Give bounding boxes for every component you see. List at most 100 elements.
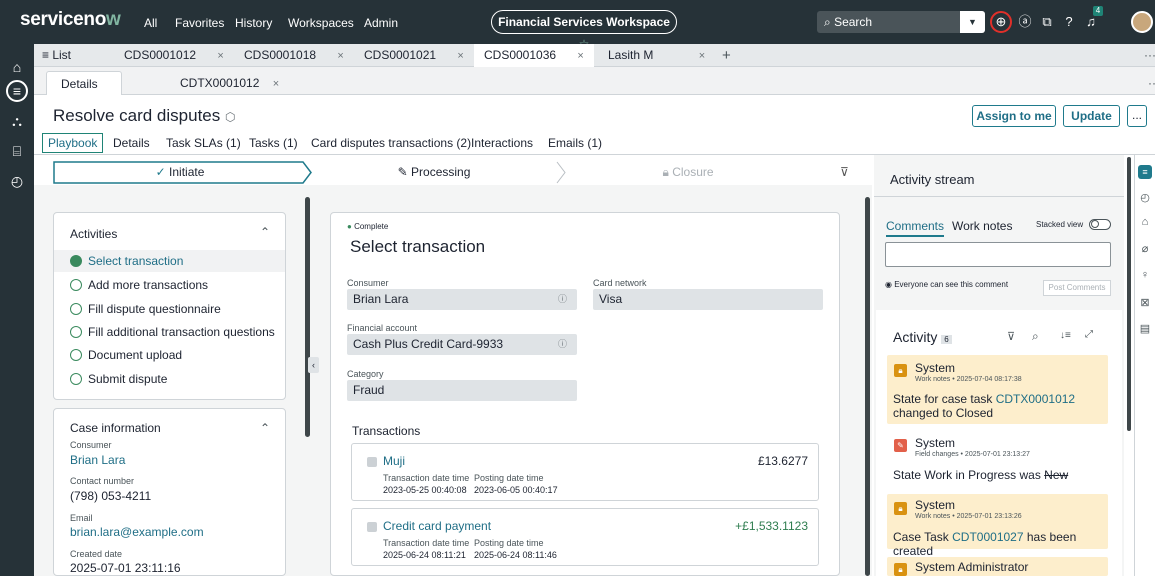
document-icon[interactable]: ▤ <box>1138 322 1152 336</box>
servicenow-logo[interactable]: servicenow <box>20 9 121 31</box>
search-icon[interactable]: ⌕ <box>1032 329 1039 344</box>
financial-account-field[interactable]: Cash Plus Credit Card-9933 ⓘ <box>347 334 577 355</box>
email-link[interactable]: brian.lara@example.com <box>70 525 204 539</box>
info-icon[interactable]: ⓘ <box>558 334 567 355</box>
nav-history[interactable]: History <box>235 16 272 30</box>
user-avatar[interactable] <box>1131 11 1153 33</box>
lightbulb-icon[interactable]: ♀ <box>1138 269 1152 283</box>
tab-card-disputes-transactions[interactable]: Card disputes transactions (2) <box>311 136 471 150</box>
nav-favorites[interactable]: Favorites <box>175 16 224 30</box>
nav-admin[interactable]: Admin <box>364 16 398 30</box>
search-scope-dropdown[interactable]: ▼ <box>960 11 985 33</box>
stage-closure[interactable]: 🔒︎ Closure <box>563 161 813 184</box>
tab-playbook[interactable]: Playbook <box>42 133 104 153</box>
activity-item-select-transaction[interactable]: Select transaction <box>54 250 285 272</box>
form-scrollbar[interactable] <box>865 197 870 576</box>
consumer-field[interactable]: Brian Lara ⓘ <box>347 289 577 310</box>
activity-scrollbar[interactable] <box>1127 157 1131 431</box>
consumer-link[interactable]: Brian Lara <box>70 453 125 467</box>
transaction-card[interactable]: Muji £13.6277 Transaction date time Post… <box>351 443 819 501</box>
close-icon[interactable]: × <box>457 50 463 62</box>
activity-item[interactable]: Add more transactions <box>54 274 285 296</box>
subtab-details[interactable]: Details <box>46 71 122 95</box>
activity-item[interactable]: Document upload <box>54 344 285 366</box>
tab-task-slas[interactable]: Task SLAs (1) <box>166 136 241 150</box>
tab-record[interactable]: CDS0001012 × <box>114 44 230 67</box>
comment-textarea[interactable] <box>885 242 1111 267</box>
attachment-icon[interactable]: ⌀ <box>1138 242 1152 256</box>
activity-item[interactable]: Fill dispute questionnaire <box>54 298 285 320</box>
transaction-card[interactable]: Credit card payment +£1,533.1123 Transac… <box>351 508 819 566</box>
subtab-task[interactable]: CDTX0001012 × <box>166 71 293 95</box>
tab-tasks[interactable]: Tasks (1) <box>249 136 298 150</box>
entry-link[interactable]: CDTX0001012 <box>996 392 1075 406</box>
nav-workspaces[interactable]: Workspaces <box>288 16 354 30</box>
entry-link[interactable]: CDT0001027 <box>952 530 1023 544</box>
more-actions-button[interactable]: ... <box>1127 105 1147 127</box>
tab-interactions[interactable]: Interactions <box>471 136 533 150</box>
activity-item[interactable]: Submit dispute <box>54 368 285 390</box>
stacked-view-toggle[interactable] <box>1089 219 1111 230</box>
close-icon[interactable]: × <box>337 50 343 62</box>
close-icon[interactable]: × <box>217 50 223 62</box>
activity-label: Submit dispute <box>88 372 168 386</box>
menu-icon[interactable]: ≡ <box>6 80 28 102</box>
transaction-checkbox[interactable] <box>367 522 377 532</box>
org-chart-icon[interactable]: ⛬ <box>6 110 28 132</box>
subtab-overflow-icon[interactable]: ··· <box>1134 71 1155 95</box>
close-icon[interactable]: × <box>699 50 705 62</box>
chevron-up-icon[interactable]: ⌃ <box>260 225 270 239</box>
transaction-checkbox[interactable] <box>367 457 377 467</box>
collapse-panel-icon[interactable]: ‹ <box>308 357 319 373</box>
activity-item[interactable]: Fill additional transaction questions <box>54 321 285 343</box>
transaction-name[interactable]: Credit card payment <box>383 519 491 533</box>
stage-processing[interactable]: ✎ Processing <box>311 161 557 184</box>
tab-record[interactable]: CDS0001021 × <box>354 44 470 67</box>
tag-icon[interactable]: ⬡ <box>225 110 235 124</box>
chevron-up-icon[interactable]: ⌃ <box>260 421 270 435</box>
post-comments-button[interactable]: Post Comments <box>1043 280 1111 296</box>
screen-icon[interactable]: ⧉ <box>1036 11 1058 33</box>
nav-all[interactable]: All <box>144 16 157 30</box>
tab-details[interactable]: Details <box>113 136 150 150</box>
activity-stream-icon[interactable]: ≡ <box>1138 165 1152 179</box>
tab-list[interactable]: ≡ List <box>42 44 71 67</box>
info-icon[interactable]: ⓘ <box>558 289 567 310</box>
transaction-name[interactable]: Muji <box>383 454 405 468</box>
sort-icon[interactable]: ↓≡ <box>1060 330 1071 341</box>
activities-title: Activities <box>70 227 118 241</box>
dashboard-icon[interactable]: ◴ <box>6 170 28 192</box>
category-field[interactable]: Fraud <box>347 380 577 401</box>
tab-overflow-icon[interactable]: ··· <box>1144 44 1155 67</box>
tab-work-notes[interactable]: Work notes <box>952 219 1012 233</box>
filter-icon[interactable]: ⊽ <box>1007 330 1015 343</box>
assign-to-me-button[interactable]: Assign to me <box>972 105 1056 127</box>
created-value: 2025-07-01 23:11:16 <box>70 561 181 575</box>
update-button[interactable]: Update <box>1063 105 1120 127</box>
tab-record[interactable]: CDS0001018 × <box>234 44 350 67</box>
expand-icon[interactable]: ⤢ <box>1085 329 1093 340</box>
tab-emails[interactable]: Emails (1) <box>548 136 602 150</box>
template-icon[interactable]: ⊠ <box>1138 296 1152 310</box>
filter-icon[interactable]: ⊽ <box>840 165 849 179</box>
close-icon[interactable]: × <box>577 50 583 62</box>
chat-icon[interactable]: ⓐ <box>1014 11 1036 33</box>
logo-text: serviceno <box>20 9 107 30</box>
left-scrollbar[interactable] <box>305 197 310 437</box>
card-network-field[interactable]: Visa <box>593 289 823 310</box>
entry-author: System Administrator <box>915 560 1029 574</box>
workspace-selector[interactable]: Financial Services Workspace ☆ <box>491 10 677 51</box>
add-tab-icon[interactable]: + <box>722 44 731 67</box>
globe-icon[interactable]: ⊕ <box>990 11 1012 33</box>
close-icon[interactable]: × <box>273 78 279 90</box>
tab-comments[interactable]: Comments <box>886 219 945 237</box>
home-icon[interactable]: ⌂ <box>6 56 28 78</box>
stage-initiate[interactable]: ✓ Initiate <box>53 161 307 184</box>
help-icon[interactable]: ? <box>1058 11 1080 33</box>
graduation-cap-icon[interactable]: ⌂ <box>1138 216 1152 230</box>
tab-record[interactable]: Lasith M × <box>598 44 714 67</box>
tab-record-active[interactable]: CDS0001036 × <box>474 44 594 67</box>
contact-value: (798) 053-4211 <box>70 489 152 503</box>
inbox-icon[interactable]: ⌸ <box>6 140 28 162</box>
dashboard-icon[interactable]: ◴ <box>1138 191 1152 205</box>
